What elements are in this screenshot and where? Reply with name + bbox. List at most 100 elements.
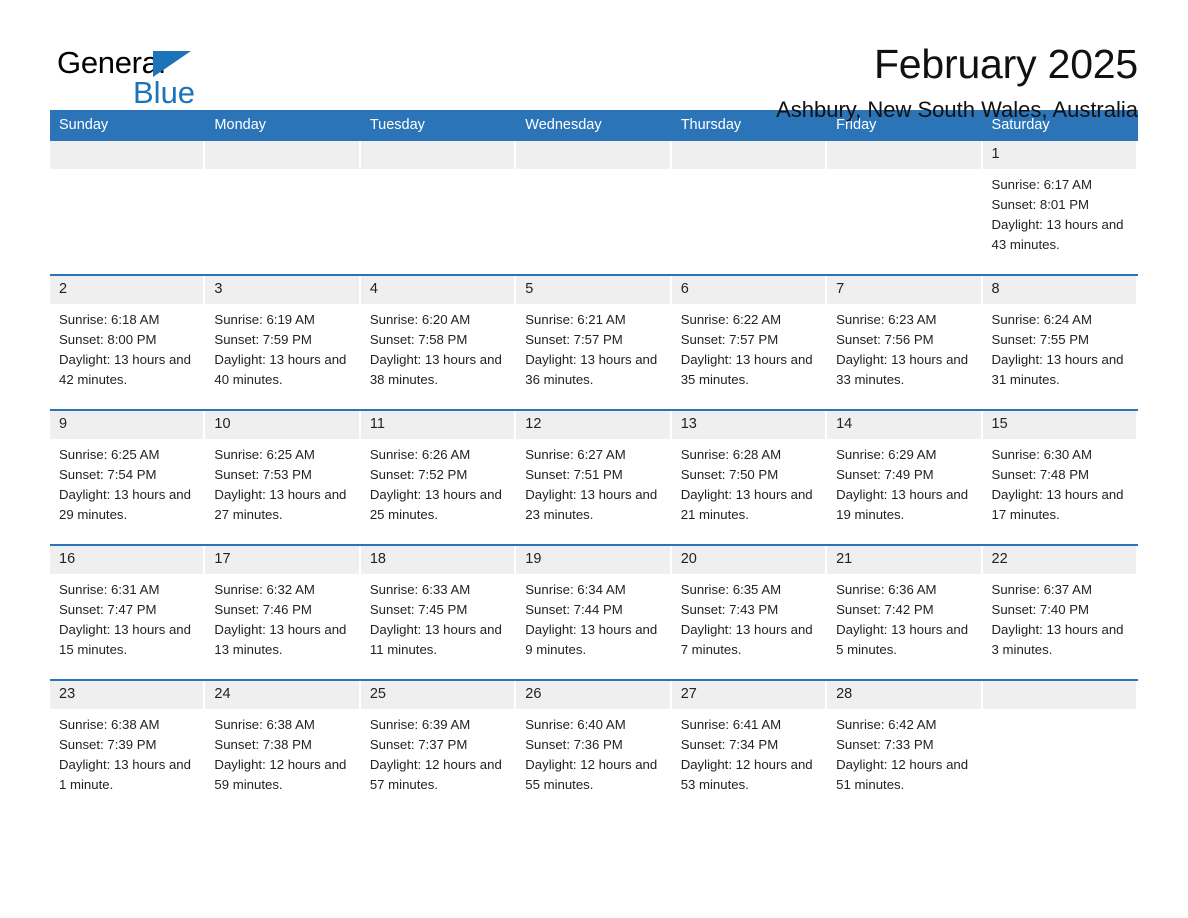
- day-number: 15: [982, 411, 1136, 439]
- daylight-text: Daylight: 13 hours and 29 minutes.: [59, 486, 191, 522]
- sunrise-text: Sunrise: 6:42 AM: [836, 717, 937, 732]
- sunrise-text: Sunrise: 6:23 AM: [836, 312, 937, 327]
- calendar-week-row: 2 Sunrise: 6:18 AM Sunset: 8:00 PM Daylight…: [50, 274, 1138, 410]
- calendar-day-cell[interactable]: 22 Sunrise: 6:37 AM Sunset: 7:40 PM Dayligh…: [982, 544, 1138, 680]
- sunrise-text: Sunrise: 6:25 AM: [59, 447, 160, 462]
- day-number: 17: [205, 546, 359, 574]
- sunrise-text: Sunrise: 6:27 AM: [525, 447, 626, 462]
- title-block: February 2025 Ashbury, New South Wales, …: [438, 40, 1138, 123]
- day-details: Sunrise: 6:36 AM Sunset: 7:42 PM Daylight:…: [827, 574, 982, 660]
- calendar-day-cell[interactable]: 26 Sunrise: 6:40 AM Sunset: 7:36 PM Dayligh…: [516, 679, 672, 814]
- day-number: 20: [671, 546, 826, 574]
- daylight-text: Daylight: 13 hours and 23 minutes.: [525, 486, 658, 522]
- day-details: Sunrise: 6:19 AM Sunset: 7:59 PM Daylight:…: [205, 304, 360, 390]
- calendar-day-cell[interactable]: 27 Sunrise: 6:41 AM Sunset: 7:34 PM Dayligh…: [671, 679, 828, 814]
- day-details: Sunrise: 6:21 AM Sunset: 7:57 PM Daylight:…: [516, 304, 671, 390]
- daylight-text: Daylight: 13 hours and 36 minutes.: [525, 351, 658, 387]
- sunset-text: Sunset: 7:49 PM: [836, 466, 934, 482]
- sunrise-text: Sunrise: 6:20 AM: [369, 312, 471, 327]
- calendar-day-cell[interactable]: 24 Sunrise: 6:38 AM Sunset: 7:38 PM Dayligh…: [205, 679, 361, 814]
- logo-top-row: General: [57, 46, 317, 80]
- sunset-text: Sunset: 7:48 PM: [991, 466, 1090, 482]
- daylight-text: Daylight: 12 hours and 51 minutes.: [836, 756, 969, 792]
- calendar-day-cell[interactable]: 13 Sunrise: 6:28 AM Sunset: 7:50 PM Dayligh…: [671, 409, 828, 545]
- day-details: Sunrise: 6:38 AM Sunset: 7:38 PM Daylight:…: [205, 709, 360, 795]
- calendar-day-cell[interactable]: 25 Sunrise: 6:39 AM Sunset: 7:37 PM Dayligh…: [360, 679, 517, 814]
- day-number: 14: [827, 411, 981, 439]
- sunrise-text: Sunrise: 6:21 AM: [525, 312, 626, 327]
- calendar-day-cell[interactable]: 21 Sunrise: 6:36 AM Sunset: 7:42 PM Dayligh…: [827, 544, 983, 680]
- sunset-text: Sunset: 7:57 PM: [680, 331, 779, 347]
- daylight-text: Daylight: 13 hours and 19 minutes.: [836, 486, 969, 522]
- day-details: Sunrise: 6:27 AM Sunset: 7:51 PM Daylight:…: [516, 439, 671, 525]
- day-details: Sunrise: 6:39 AM Sunset: 7:37 PM Daylight:…: [361, 709, 516, 795]
- day-details: Sunrise: 6:37 AM Sunset: 7:40 PM Daylight:…: [983, 574, 1138, 660]
- calendar-day-cell-empty: [360, 141, 517, 275]
- calendar-day-cell[interactable]: 18 Sunrise: 6:33 AM Sunset: 7:45 PM Dayligh…: [360, 544, 517, 680]
- sunrise-text: Sunrise: 6:36 AM: [836, 582, 937, 597]
- day-details: Sunrise: 6:40 AM Sunset: 7:36 PM Daylight:…: [516, 709, 671, 795]
- calendar-day-cell[interactable]: 28 Sunrise: 6:42 AM Sunset: 7:33 PM Dayligh…: [827, 679, 983, 814]
- sunset-text: Sunset: 7:43 PM: [680, 601, 779, 617]
- calendar-day-cell[interactable]: 19 Sunrise: 6:34 AM Sunset: 7:44 PM Dayligh…: [516, 544, 672, 680]
- calendar-day-cell[interactable]: 11 Sunrise: 6:26 AM Sunset: 7:52 PM Dayligh…: [360, 409, 517, 545]
- calendar-day-cell[interactable]: 2 Sunrise: 6:18 AM Sunset: 8:00 PM Daylight…: [50, 274, 206, 410]
- calendar-day-cell[interactable]: 5 Sunrise: 6:21 AM Sunset: 7:57 PM Daylight…: [516, 274, 672, 410]
- daylight-text: Daylight: 13 hours and 40 minutes.: [214, 351, 347, 387]
- calendar-day-cell[interactable]: 9 Sunrise: 6:25 AM Sunset: 7:54 PM Daylight…: [50, 409, 206, 545]
- sunset-text: Sunset: 7:36 PM: [525, 736, 623, 752]
- calendar-day-cell[interactable]: 16 Sunrise: 6:31 AM Sunset: 7:47 PM Dayligh…: [50, 544, 206, 680]
- calendar-day-cell[interactable]: 12 Sunrise: 6:27 AM Sunset: 7:51 PM Dayligh…: [516, 409, 672, 545]
- generalblue-logo[interactable]: General Blue: [57, 46, 317, 110]
- day-details: Sunrise: 6:23 AM Sunset: 7:56 PM Daylight:…: [827, 304, 982, 390]
- calendar-day-cell[interactable]: 17 Sunrise: 6:32 AM Sunset: 7:46 PM Dayligh…: [205, 544, 361, 680]
- daylight-text: Daylight: 13 hours and 3 minutes.: [991, 621, 1124, 657]
- daylight-text: Daylight: 13 hours and 5 minutes.: [836, 621, 969, 657]
- sunset-text: Sunset: 7:45 PM: [369, 601, 468, 617]
- day-number: 19: [516, 546, 670, 574]
- calendar-day-cell[interactable]: 20 Sunrise: 6:35 AM Sunset: 7:43 PM Dayligh…: [671, 544, 828, 680]
- sunrise-text: Sunrise: 6:34 AM: [525, 582, 626, 597]
- sunrise-text: Sunrise: 6:29 AM: [836, 447, 937, 462]
- sunset-text: Sunset: 7:33 PM: [836, 736, 934, 752]
- daylight-text: Daylight: 13 hours and 25 minutes.: [369, 486, 502, 522]
- day-details: Sunrise: 6:34 AM Sunset: 7:44 PM Daylight:…: [516, 574, 671, 660]
- day-number: [516, 141, 670, 169]
- calendar-day-cell[interactable]: 6 Sunrise: 6:22 AM Sunset: 7:57 PM Daylight…: [671, 274, 828, 410]
- sunrise-text: Sunrise: 6:22 AM: [680, 312, 782, 327]
- sunrise-text: Sunrise: 6:33 AM: [369, 582, 471, 597]
- sunset-text: Sunset: 7:40 PM: [991, 601, 1090, 617]
- daylight-text: Daylight: 13 hours and 7 minutes.: [680, 621, 813, 657]
- calendar-day-cell[interactable]: 23 Sunrise: 6:38 AM Sunset: 7:39 PM Dayligh…: [50, 679, 206, 814]
- day-number: 24: [205, 681, 359, 709]
- day-details: Sunrise: 6:25 AM Sunset: 7:53 PM Daylight:…: [205, 439, 360, 525]
- calendar-week-row: 9 Sunrise: 6:25 AM Sunset: 7:54 PM Daylight…: [50, 409, 1138, 545]
- day-details: Sunrise: 6:26 AM Sunset: 7:52 PM Daylight:…: [361, 439, 516, 525]
- day-number: 12: [516, 411, 670, 439]
- calendar-day-cell[interactable]: 10 Sunrise: 6:25 AM Sunset: 7:53 PM Dayligh…: [205, 409, 361, 545]
- sunrise-text: Sunrise: 6:17 AM: [991, 177, 1092, 192]
- day-number: 25: [360, 681, 515, 709]
- calendar-day-cell[interactable]: 8 Sunrise: 6:24 AM Sunset: 7:55 PM Daylight…: [982, 274, 1138, 410]
- sunset-text: Sunset: 7:56 PM: [836, 331, 934, 347]
- calendar-day-cell[interactable]: 15 Sunrise: 6:30 AM Sunset: 7:48 PM Dayligh…: [982, 409, 1138, 545]
- sunrise-text: Sunrise: 6:30 AM: [991, 447, 1092, 462]
- sunrise-text: Sunrise: 6:18 AM: [59, 312, 160, 327]
- calendar-day-cell[interactable]: 14 Sunrise: 6:29 AM Sunset: 7:49 PM Dayligh…: [827, 409, 983, 545]
- sunset-text: Sunset: 7:50 PM: [680, 466, 779, 482]
- calendar-day-cell[interactable]: 1 Sunrise: 6:17 AM Sunset: 8:01 PM Daylight…: [982, 141, 1138, 275]
- sunset-text: Sunset: 7:42 PM: [836, 601, 934, 617]
- sunrise-text: Sunrise: 6:24 AM: [991, 312, 1092, 327]
- day-number: [50, 141, 204, 169]
- daylight-text: Daylight: 12 hours and 57 minutes.: [369, 756, 502, 792]
- calendar-day-cell-empty: [205, 141, 361, 275]
- daylight-text: Daylight: 13 hours and 9 minutes.: [525, 621, 658, 657]
- calendar-day-cell[interactable]: 4 Sunrise: 6:20 AM Sunset: 7:58 PM Daylight…: [360, 274, 517, 410]
- calendar-day-cell[interactable]: 7 Sunrise: 6:23 AM Sunset: 7:56 PM Daylight…: [827, 274, 983, 410]
- calendar-body: 1 Sunrise: 6:17 AM Sunset: 8:01 PM Daylight…: [50, 141, 1138, 814]
- day-number: 6: [671, 276, 826, 304]
- day-number: 11: [360, 411, 515, 439]
- calendar-day-cell[interactable]: 3 Sunrise: 6:19 AM Sunset: 7:59 PM Daylight…: [205, 274, 361, 410]
- sunrise-sunset-calendar: Sunday Monday Tuesday Wednesday Thursday…: [50, 110, 1138, 814]
- day-details: Sunrise: 6:17 AM Sunset: 8:01 PM Daylight:…: [983, 169, 1138, 255]
